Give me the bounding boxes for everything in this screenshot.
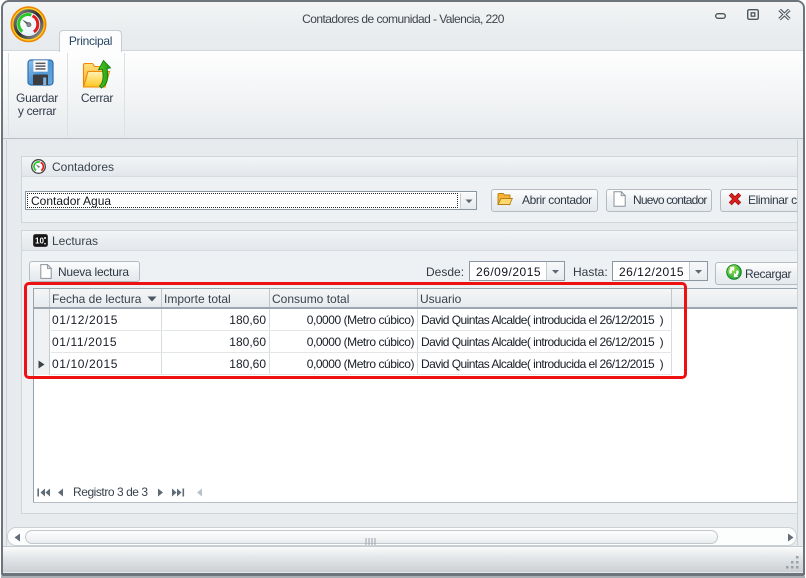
svg-text:10: 10 <box>35 237 44 246</box>
